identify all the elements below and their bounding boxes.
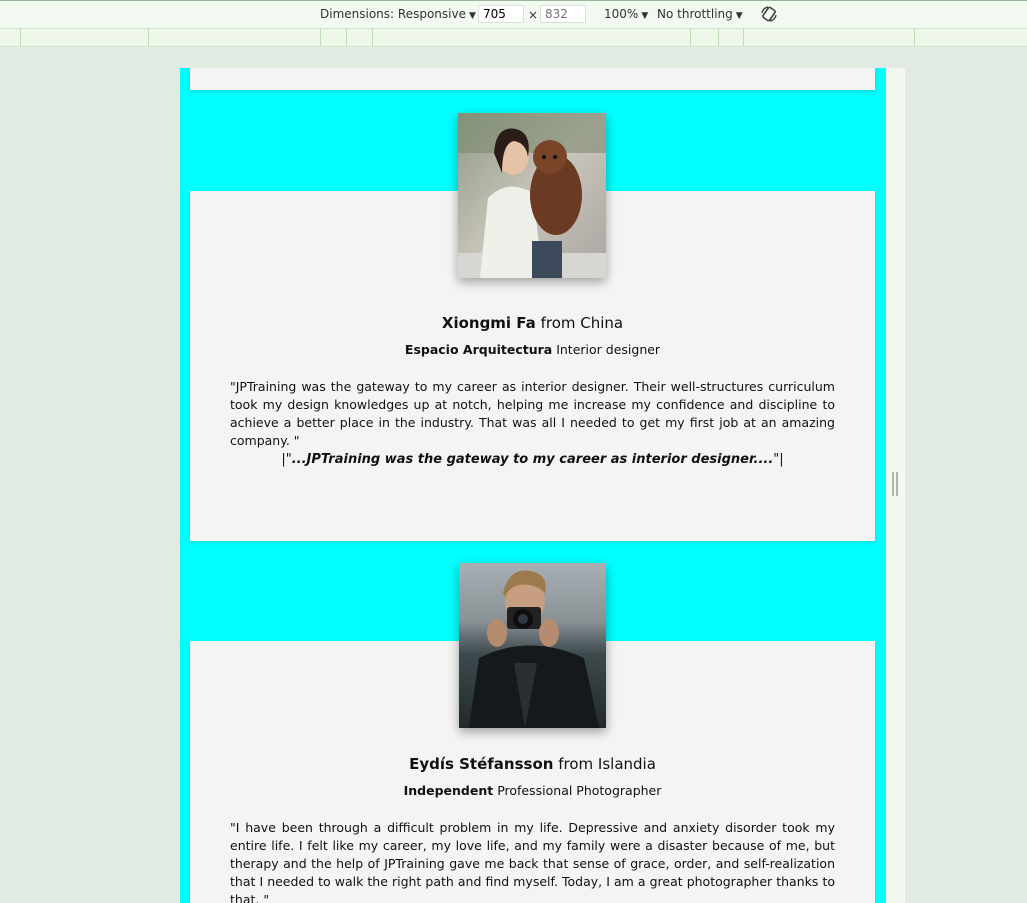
testimonial-quote: "I have been through a difficult problem… — [230, 820, 835, 903]
testimonial-heading: Eydís Stéfansson from Islandia — [190, 755, 875, 773]
ruler-mark — [148, 29, 149, 46]
testimonial-role-line: Espacio Arquitectura Interior designer — [190, 342, 875, 357]
avatar-xiongmi-fa — [458, 113, 606, 278]
avatar-eydis-stefansson — [459, 563, 606, 728]
device-toolbar: Dimensions: Responsive▼ × 100%▼ No throt… — [0, 0, 1027, 28]
highlight-text: ...JPTraining was the gateway to my care… — [291, 452, 774, 467]
caret-down-icon: ▼ — [468, 11, 476, 21]
ruler-mark — [743, 29, 744, 46]
previous-testimonial-card — [190, 68, 875, 90]
highlight-close: "| — [773, 452, 784, 467]
testimonial-company: Independent — [403, 783, 494, 798]
testimonial-origin: from China — [540, 314, 624, 332]
testimonial-heading: Xiongmi Fa from China — [190, 314, 875, 332]
viewport-resize-handle[interactable] — [892, 472, 898, 496]
testimonial-company: Espacio Arquitectura — [404, 342, 553, 357]
dimensions-dropdown[interactable]: Dimensions: Responsive ▼ — [320, 7, 476, 21]
testimonial-quote: "JPTraining was the gateway to my career… — [230, 379, 835, 448]
woman-with-dog-photo-icon — [458, 113, 606, 278]
ruler-mark — [346, 29, 347, 46]
throttling-label: No throttling — [657, 7, 733, 21]
ruler-mark — [718, 29, 719, 46]
throttling-dropdown[interactable]: No throttling ▼ — [657, 7, 743, 21]
ruler-mark — [914, 29, 915, 46]
ruler-mark — [372, 29, 373, 46]
testimonial-name: Eydís Stéfansson — [409, 755, 554, 773]
testimonial-origin: from Islandia — [558, 755, 656, 773]
testimonial-highlight: |"...JPTraining was the gateway to my ca… — [190, 452, 875, 467]
highlight-open: |" — [281, 452, 292, 467]
testimonial-role: Professional Photographer — [497, 783, 662, 798]
testimonial-name: Xiongmi Fa — [441, 314, 536, 332]
zoom-label: 100% — [604, 7, 639, 21]
ruler-mark — [20, 29, 21, 46]
page-viewport: Xiongmi Fa from China Espacio Arquitectu… — [180, 68, 886, 903]
testimonial-role: Interior designer — [556, 342, 661, 357]
caret-down-icon: ▼ — [641, 11, 649, 21]
zoom-dropdown[interactable]: 100% ▼ — [604, 7, 648, 21]
height-input[interactable] — [540, 5, 586, 23]
times-symbol: × — [528, 8, 539, 22]
media-query-ruler[interactable] — [0, 28, 1027, 47]
width-input[interactable] — [478, 5, 524, 23]
ruler-mark — [690, 29, 691, 46]
caret-down-icon: ▼ — [735, 11, 743, 21]
man-with-camera-photo-icon — [459, 563, 606, 728]
ruler-mark — [320, 29, 321, 46]
testimonial-role-line: Independent Professional Photographer — [190, 783, 875, 798]
dimensions-label: Dimensions: Responsive — [320, 7, 466, 21]
rotate-icon[interactable] — [760, 5, 778, 23]
